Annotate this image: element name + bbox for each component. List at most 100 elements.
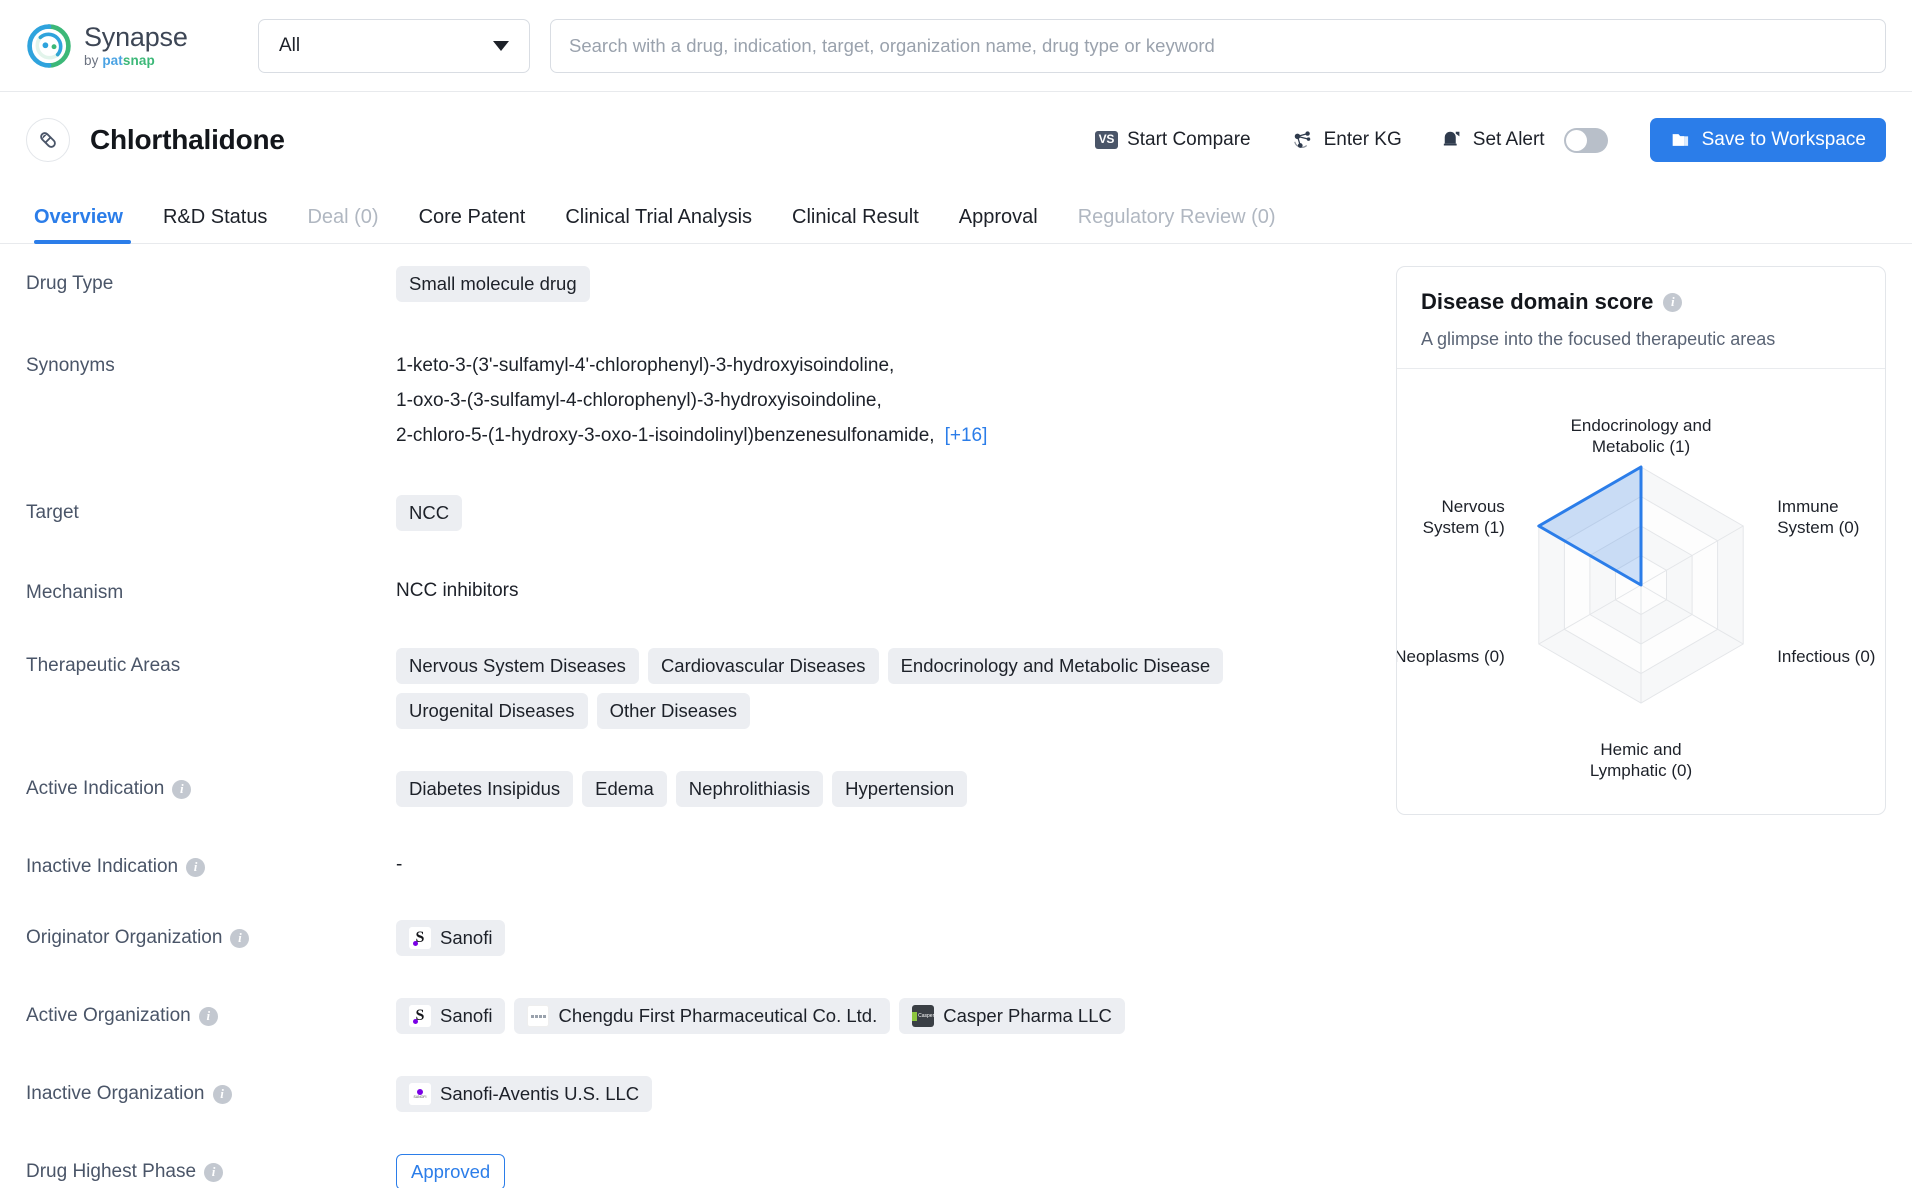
card-title-text: Disease domain score bbox=[1421, 289, 1654, 314]
label-inactive-organization: Inactive Organization i bbox=[26, 1076, 396, 1105]
info-icon[interactable]: i bbox=[172, 779, 192, 799]
chip-therapeutic-area[interactable]: Cardiovascular Diseases bbox=[647, 648, 879, 685]
chip-therapeutic-area[interactable]: Endocrinology and Metabolic Disease bbox=[887, 648, 1224, 685]
label-drug-highest-phase: Drug Highest Phase i bbox=[26, 1154, 396, 1183]
set-alert-label: Set Alert bbox=[1472, 129, 1545, 150]
sanofi-aventis-logo-icon: SANOFI bbox=[409, 1083, 431, 1106]
chengdu-logo-icon bbox=[527, 1005, 550, 1028]
tab-approval[interactable]: Approval bbox=[939, 206, 1058, 243]
sanofi-logo-icon: S bbox=[409, 1005, 431, 1028]
value-drug-type: Small molecule drug bbox=[396, 266, 1366, 302]
enter-kg-button[interactable]: Enter KG bbox=[1271, 129, 1422, 151]
card-subtitle: A glimpse into the focused therapeutic a… bbox=[1421, 329, 1776, 349]
row-originator-organization: Originator Organization i S Sanofi bbox=[26, 920, 1366, 957]
brand-logo-area[interactable]: Synapse by patsnap bbox=[26, 23, 258, 69]
label-active-organization: Active Organization i bbox=[26, 998, 396, 1027]
value-inactive-indication: - bbox=[396, 849, 1366, 876]
row-target: Target NCC bbox=[26, 495, 1366, 532]
info-icon[interactable]: i bbox=[230, 928, 250, 948]
disease-domain-score-card: Disease domain score i A glimpse into th… bbox=[1396, 266, 1886, 815]
radar-axis-label: Endocrinology and Metabolic (1) bbox=[1571, 416, 1712, 456]
tab-core-patent[interactable]: Core Patent bbox=[399, 206, 546, 243]
tab-bar: Overview R&D Status Deal (0) Core Patent… bbox=[0, 188, 1912, 244]
chip-indication[interactable]: Nephrolithiasis bbox=[675, 771, 824, 808]
chip-therapeutic-area[interactable]: Other Diseases bbox=[596, 693, 751, 730]
label-mechanism: Mechanism bbox=[26, 582, 124, 604]
info-icon[interactable]: i bbox=[1663, 292, 1683, 312]
chip-organization[interactable]: S Sanofi bbox=[396, 920, 506, 957]
info-icon[interactable]: i bbox=[186, 857, 206, 877]
row-synonyms: Synonyms 1-keto-3-(3'-sulfamyl-4'-chloro… bbox=[26, 348, 1366, 453]
value-synonyms: 1-keto-3-(3'-sulfamyl-4'-chlorophenyl)-3… bbox=[396, 348, 1366, 453]
chip-indication[interactable]: Diabetes Insipidus bbox=[396, 771, 574, 808]
radar-chart: Endocrinology and Metabolic (1) Immune Syst… bbox=[1397, 368, 1885, 814]
chip-therapeutic-area[interactable]: Urogenital Diseases bbox=[396, 693, 588, 730]
chip-organization[interactable]: SANOFI Sanofi-Aventis U.S. LLC bbox=[396, 1076, 653, 1113]
synonym-line-last: 2-chloro-5-(1-hydroxy-3-oxo-1-isoindolin… bbox=[396, 418, 1366, 453]
enter-kg-label: Enter KG bbox=[1323, 129, 1402, 150]
row-therapeutic-areas: Therapeutic Areas Nervous System Disease… bbox=[26, 648, 1366, 730]
synonym-text: 2-chloro-5-(1-hydroxy-3-oxo-1-isoindolin… bbox=[396, 425, 935, 447]
radar-chart-svg: Endocrinology and Metabolic (1) Immune Syst… bbox=[1397, 416, 1875, 780]
set-alert-control[interactable]: Set Alert bbox=[1422, 127, 1628, 153]
alert-bell-icon bbox=[1443, 131, 1460, 146]
radar-axis-label: Neoplasms (0) bbox=[1397, 647, 1505, 666]
drug-header: Chlorthalidone VS Start Compare Enter KG bbox=[0, 92, 1912, 188]
value-target: NCC bbox=[396, 495, 1366, 532]
chip-organization[interactable]: S Sanofi bbox=[396, 998, 506, 1035]
radar-axis-label: Nervous System (1) bbox=[1423, 497, 1505, 537]
brand-name: Synapse bbox=[84, 21, 188, 52]
chip-organization[interactable]: Casper Casper Pharma LLC bbox=[899, 998, 1125, 1035]
info-icon[interactable]: i bbox=[212, 1084, 232, 1104]
value-active-organization: S Sanofi Chengdu First Pharmaceutical Co… bbox=[396, 998, 1366, 1035]
chip-organization[interactable]: Chengdu First Pharmaceutical Co. Ltd. bbox=[514, 998, 891, 1035]
chip-indication[interactable]: Hypertension bbox=[832, 771, 968, 808]
organization-name: Casper Pharma LLC bbox=[943, 1005, 1112, 1027]
page-title: Chlorthalidone bbox=[90, 124, 285, 155]
versus-icon: VS bbox=[1094, 131, 1119, 149]
chip-target[interactable]: NCC bbox=[396, 495, 463, 532]
status-badge[interactable]: Approved bbox=[396, 1154, 506, 1188]
organization-name: Sanofi bbox=[440, 1005, 493, 1027]
knowledge-graph-icon bbox=[1293, 131, 1310, 148]
organization-name: Sanofi-Aventis U.S. LLC bbox=[440, 1083, 640, 1105]
synonym-line: 1-keto-3-(3'-sulfamyl-4'-chlorophenyl)-3… bbox=[396, 355, 895, 376]
search-input[interactable] bbox=[550, 18, 1886, 73]
row-mechanism: Mechanism NCC inhibitors bbox=[26, 575, 1366, 604]
value-therapeutic-areas: Nervous System Diseases Cardiovascular D… bbox=[396, 648, 1366, 730]
value-mechanism: NCC inhibitors bbox=[396, 575, 1366, 602]
set-alert-toggle[interactable] bbox=[1563, 127, 1608, 153]
synonyms-more-link[interactable]: [+16] bbox=[945, 425, 988, 446]
info-icon[interactable]: i bbox=[204, 1162, 224, 1182]
label-active-indication-text: Active Indication bbox=[26, 778, 165, 800]
value-drug-highest-phase: Approved bbox=[396, 1154, 1366, 1188]
label-inactive-indication: Inactive Indication i bbox=[26, 849, 396, 878]
casper-logo-icon: Casper bbox=[912, 1005, 935, 1028]
tab-rd-status[interactable]: R&D Status bbox=[143, 206, 287, 243]
chip-drug-type: Small molecule drug bbox=[396, 266, 590, 302]
label-synonyms: Synonyms bbox=[26, 355, 115, 376]
disease-domain-score-header: Disease domain score i A glimpse into th… bbox=[1397, 267, 1885, 368]
brand-tagline: by patsnap bbox=[84, 54, 188, 68]
row-inactive-indication: Inactive Indication i - bbox=[26, 849, 1366, 878]
search-scope-select[interactable]: All bbox=[258, 18, 530, 73]
start-compare-button[interactable]: VS Start Compare bbox=[1075, 129, 1271, 151]
info-icon[interactable]: i bbox=[198, 1006, 218, 1026]
chip-therapeutic-area[interactable]: Nervous System Diseases bbox=[396, 648, 639, 685]
tab-clinical-trial-analysis[interactable]: Clinical Trial Analysis bbox=[545, 206, 772, 243]
search-scope-value: All bbox=[279, 34, 301, 56]
save-to-workspace-button[interactable]: Save to Workspace bbox=[1649, 118, 1886, 162]
sanofi-logo-icon: S bbox=[409, 927, 431, 950]
capsule-icon bbox=[40, 132, 56, 148]
inactive-indication-text: - bbox=[396, 854, 403, 876]
label-originator-organization-text: Originator Organization bbox=[26, 927, 223, 949]
organization-name: Chengdu First Pharmaceutical Co. Ltd. bbox=[558, 1005, 878, 1027]
tab-clinical-result[interactable]: Clinical Result bbox=[772, 206, 939, 243]
row-inactive-organization: Inactive Organization i SANOFI Sanofi-Av… bbox=[26, 1076, 1366, 1113]
mechanism-text: NCC inhibitors bbox=[396, 580, 519, 602]
radar-axis-label: Hemic and Lymphatic (0) bbox=[1590, 740, 1692, 780]
brand-pat: pat bbox=[102, 52, 123, 68]
tab-overview[interactable]: Overview bbox=[26, 206, 143, 244]
chip-indication[interactable]: Edema bbox=[582, 771, 667, 808]
label-inactive-indication-text: Inactive Indication bbox=[26, 856, 179, 878]
